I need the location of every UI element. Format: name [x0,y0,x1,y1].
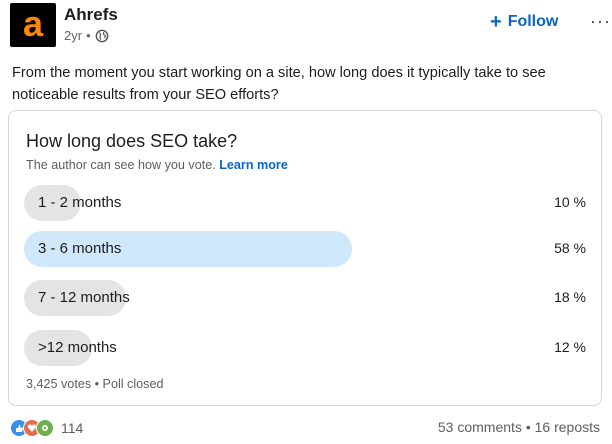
poll-footer: 3,425 votes • Poll closed [26,377,163,391]
follow-label: Follow [507,13,559,30]
poll-option[interactable]: 3 - 6 months 58 % [24,231,590,267]
post-text: From the moment you start working on a s… [12,65,546,103]
separator-dot: • [86,28,91,43]
poll-question: How long does SEO take? [26,131,238,151]
post-meta: 2yr • [64,28,109,43]
social-bar: 114 53 comments • 16 reposts [10,419,602,439]
globe-icon [95,29,109,43]
poll-option-label: 7 - 12 months [38,289,130,306]
poll-privacy-note: The author can see how you vote. [26,158,216,172]
learn-more-link[interactable]: Learn more [219,158,288,172]
plus-icon: + [490,11,502,33]
poll-option-label: >12 months [38,339,117,356]
poll-option[interactable]: 1 - 2 months 10 % [24,185,590,221]
author-name[interactable]: Ahrefs [64,5,118,25]
reactions[interactable]: 114 [10,419,83,437]
poll-option-percent: 18 % [554,289,586,305]
post-header: a Ahrefs 2yr • + Follow ··· [10,3,610,49]
ahrefs-logo[interactable]: a [10,3,56,47]
follow-button[interactable]: + Follow [490,12,558,32]
poll-option-percent: 12 % [554,339,586,355]
comments-link[interactable]: 53 comments [438,419,522,435]
reposts-link[interactable]: 16 reposts [535,419,600,435]
poll-option-percent: 58 % [554,240,586,256]
poll-note: The author can see how you vote. Learn m… [26,158,288,172]
separator-dot: • [94,377,103,391]
poll-status: Poll closed [102,377,164,391]
poll-option-label: 3 - 6 months [38,240,122,257]
poll-option[interactable]: >12 months 12 % [24,330,590,366]
reaction-count: 114 [61,420,84,436]
celebrate-reaction-icon [36,419,54,437]
separator-dot: • [525,419,535,435]
more-options-icon[interactable]: ··· [590,11,611,32]
engagement-stats: 53 comments • 16 reposts [438,419,600,435]
poll-option-percent: 10 % [554,194,586,210]
vote-count: 3,425 votes [26,377,92,391]
poll-option[interactable]: 7 - 12 months 18 % [24,280,590,316]
post-time: 2yr [64,28,83,43]
logo-letter: a [22,2,44,44]
poll-card: How long does SEO take? The author can s… [8,110,602,406]
poll-option-label: 1 - 2 months [38,194,122,211]
